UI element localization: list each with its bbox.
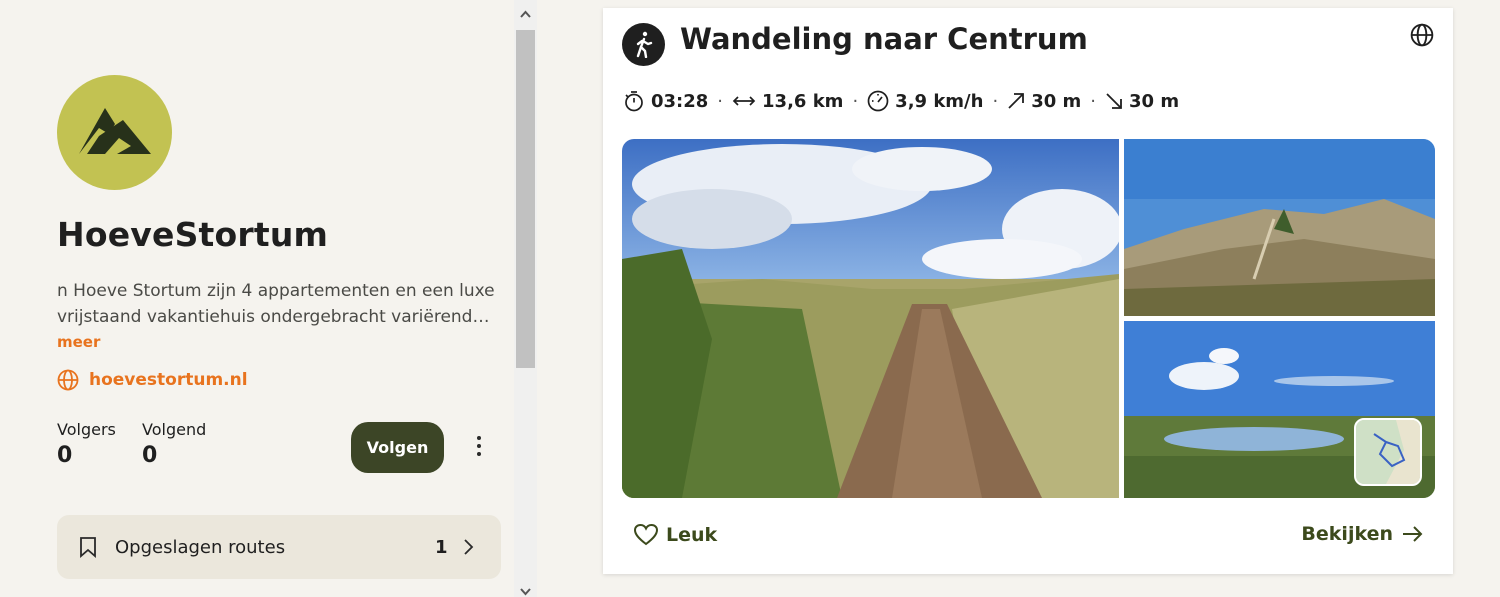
route-card[interactable]: Wandeling naar Centrum 03:28 · 13,6 km ·… [603,8,1453,574]
globe-icon[interactable] [1410,23,1434,47]
route-photo-dunes[interactable] [1124,139,1435,316]
profile-description: n Hoeve Stortum zijn 4 appartementen en … [57,281,495,327]
following-label: Volgend [142,420,207,439]
descent-stat: 30 m [1105,91,1179,112]
route-photo-lake[interactable] [1124,321,1435,498]
saved-routes-label: Opgeslagen routes [115,537,286,558]
like-button[interactable]: Leuk [633,523,717,547]
website-link[interactable]: hoevestortum.nl [57,369,248,391]
more-options-icon[interactable] [470,436,488,460]
scrollbar[interactable] [514,0,537,597]
arrow-right-icon [1403,526,1423,542]
following-stat[interactable]: Volgend 0 [142,420,206,468]
ascent-stat: 30 m [1007,91,1081,112]
arrow-down-right-icon [1106,93,1122,109]
scrollbar-thumb[interactable] [516,30,535,368]
followers-count: 0 [57,443,73,468]
hiking-icon [622,23,665,66]
route-photo-main[interactable] [622,139,1119,498]
saved-routes-count: 1 [435,537,448,558]
route-stats: 03:28 · 13,6 km · 3,9 km/h · 30 m · 30 m [623,90,1179,112]
arrow-up-right-icon [1008,93,1025,109]
speed-stat: 3,9 km/h [867,90,983,112]
profile-name: HoeveStortum [57,215,329,254]
distance-stat: 13,6 km [732,91,843,112]
view-label: Bekijken [1301,523,1393,545]
scroll-up-icon[interactable] [520,10,531,18]
following-count: 0 [142,443,158,468]
view-route-button[interactable]: Bekijken [1301,523,1423,545]
speed-value: 3,9 km/h [895,90,984,112]
bookmark-icon [80,537,96,558]
globe-icon [57,369,79,391]
stopwatch-icon [625,91,643,112]
more-link[interactable]: meer [57,333,100,351]
distance-value: 13,6 km [762,90,844,112]
duration-value: 03:28 [651,90,709,112]
chevron-right-icon [464,539,474,555]
followers-stat[interactable]: Volgers 0 [57,420,116,468]
followers-label: Volgers [57,420,116,439]
speedometer-icon [867,90,889,112]
route-title[interactable]: Wandeling naar Centrum [680,22,1088,56]
like-label: Leuk [666,524,718,546]
scroll-down-icon[interactable] [520,588,531,596]
descent-value: 30 m [1129,90,1180,112]
profile-panel: HoeveStortum n Hoeve Stortum zijn 4 appa… [0,0,514,597]
heart-icon [633,523,659,546]
saved-routes-button[interactable]: Opgeslagen routes 1 [57,515,501,579]
mountain-logo-icon [79,108,151,154]
route-map-thumbnail[interactable] [1354,418,1422,486]
avatar [57,75,172,190]
follow-button[interactable]: Volgen [351,422,444,473]
website-text: hoevestortum.nl [89,370,248,390]
duration-stat: 03:28 [623,90,708,112]
ascent-value: 30 m [1031,90,1082,112]
arrows-horizontal-icon [732,96,756,106]
